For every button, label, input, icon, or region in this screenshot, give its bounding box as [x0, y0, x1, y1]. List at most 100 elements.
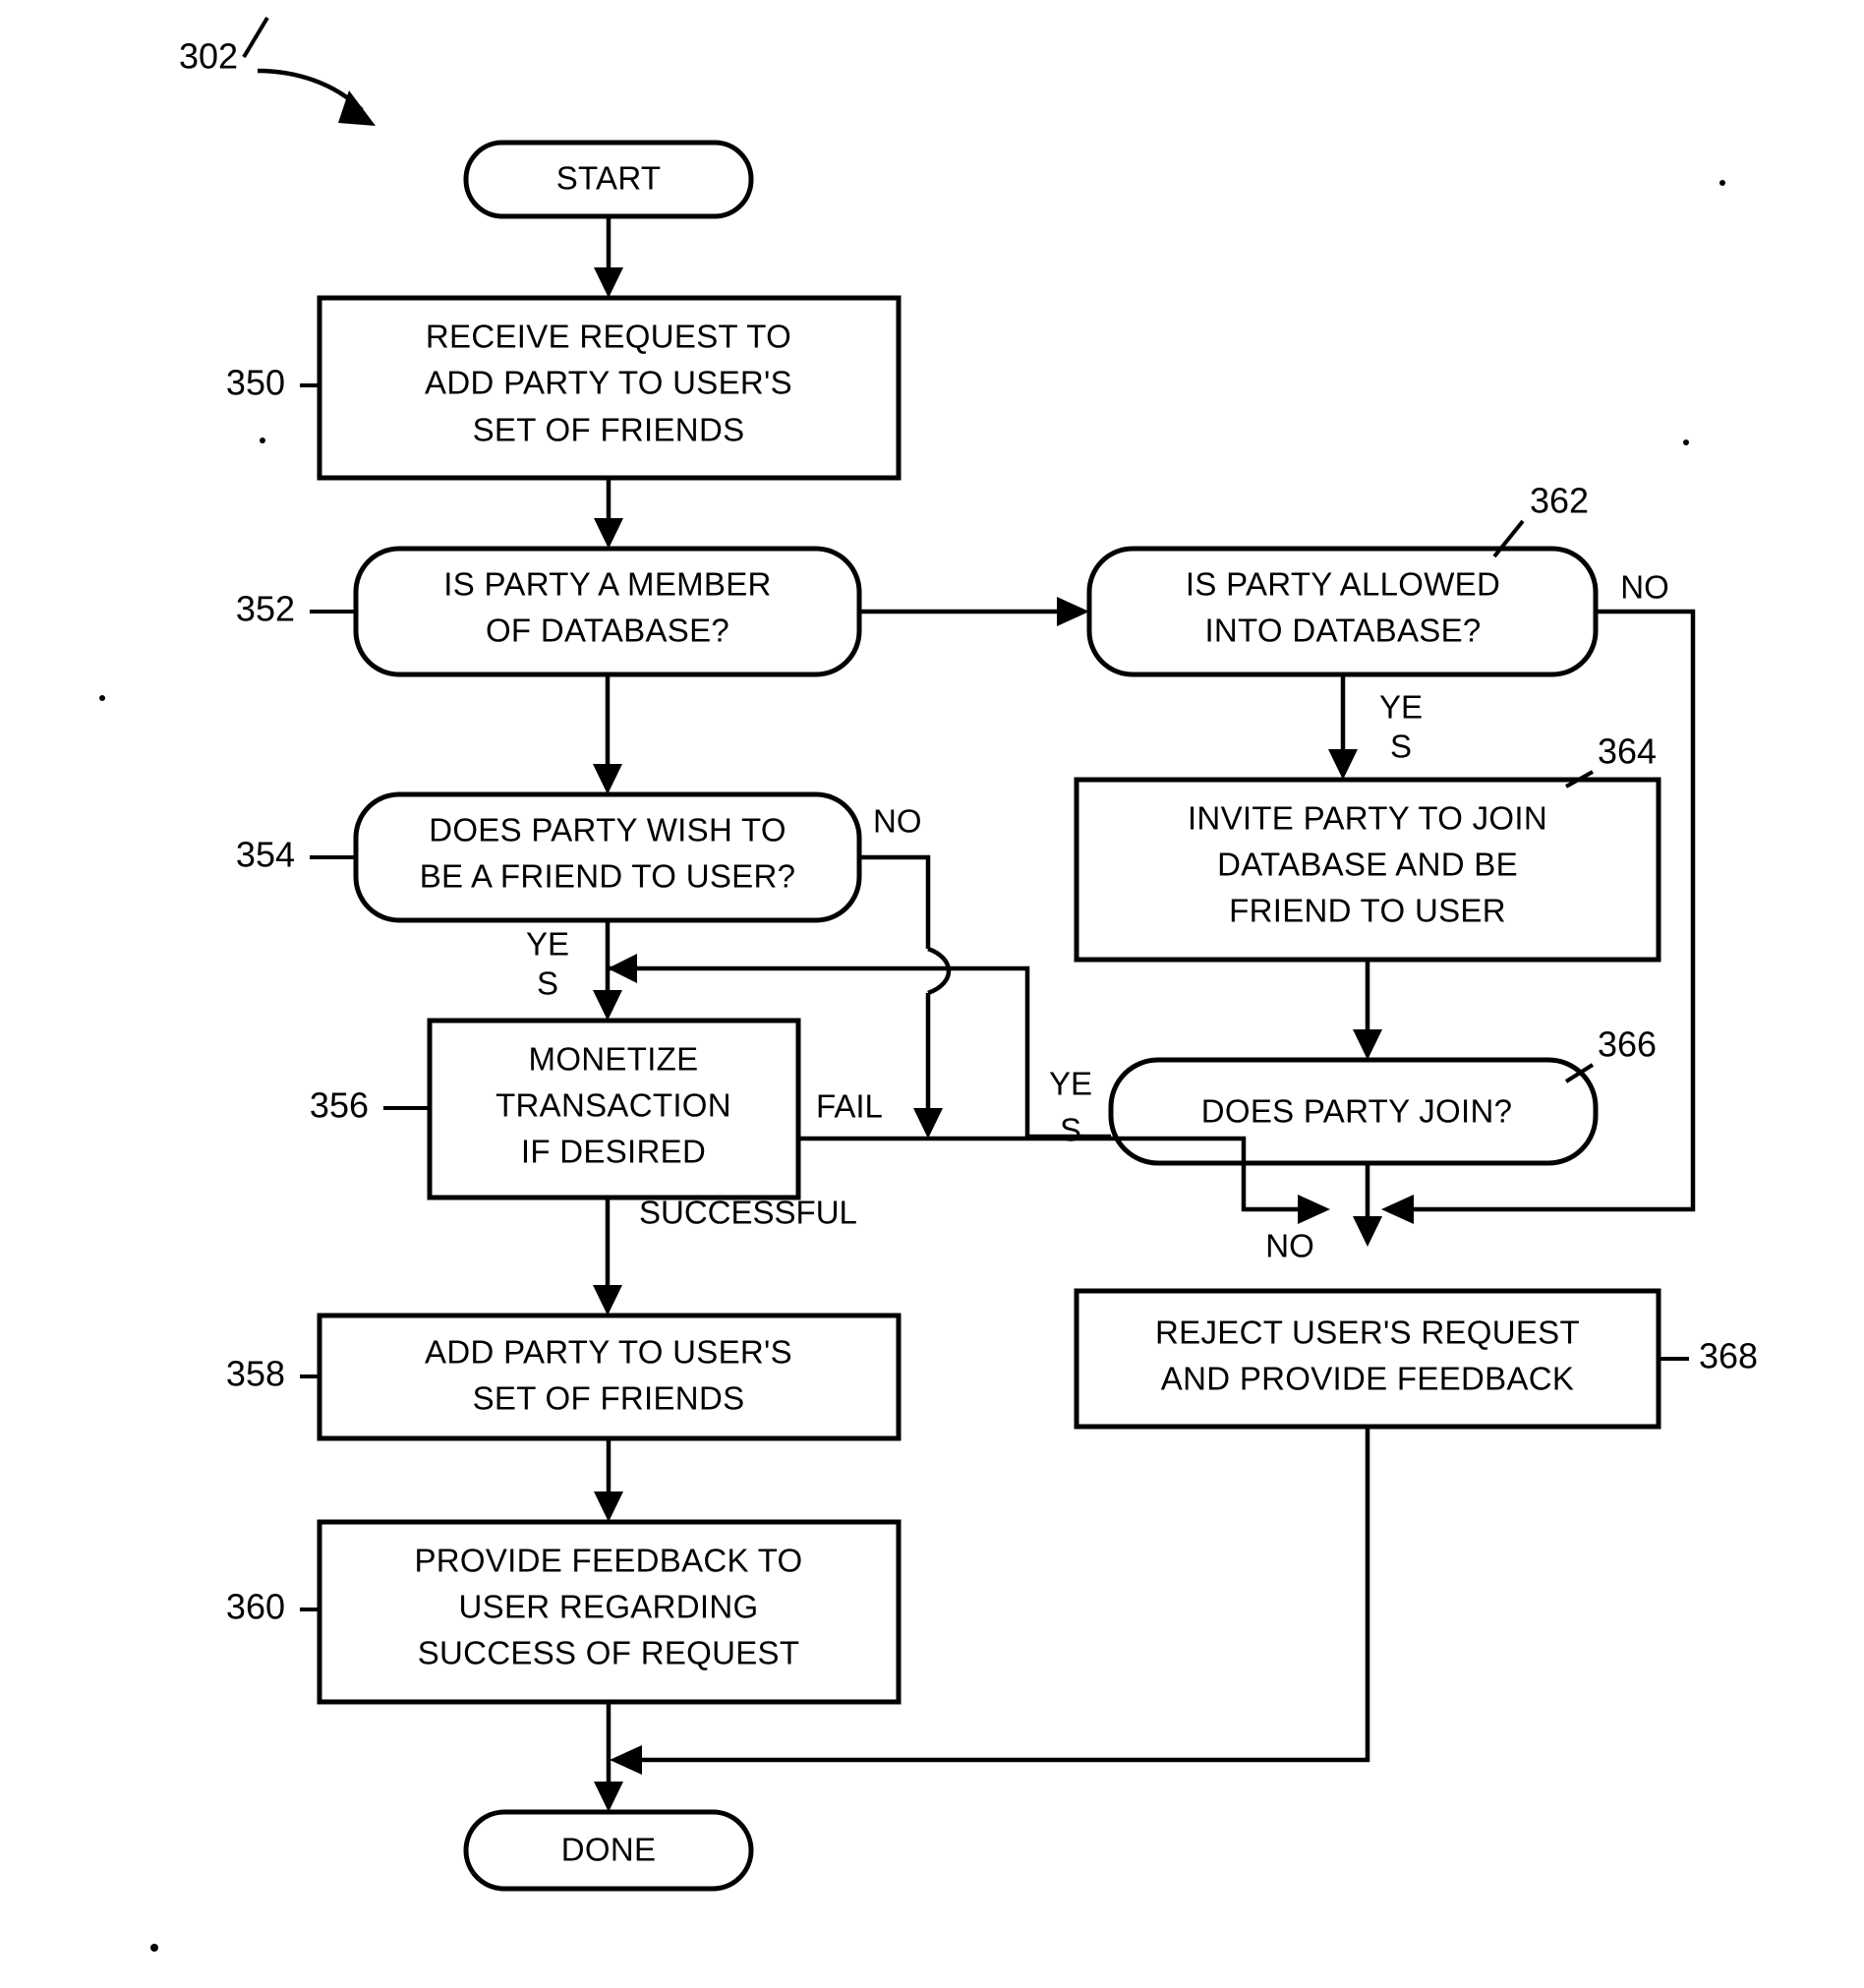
edge-arrowhead: [1057, 597, 1089, 626]
edge-label-366-yes-line1: YE: [1049, 1066, 1092, 1102]
edge-arrowhead: [594, 1491, 623, 1522]
node-start[interactable]: START: [463, 140, 754, 219]
ref-360: 360: [226, 1587, 320, 1627]
edge-arrowhead: [610, 1745, 642, 1775]
ref-358-label: 358: [226, 1354, 285, 1394]
node-350[interactable]: RECEIVE REQUEST TO ADD PARTY TO USER'S S…: [317, 295, 902, 481]
node-360-line-1: PROVIDE FEEDBACK TO: [414, 1543, 802, 1579]
node-done[interactable]: DONE: [463, 1809, 754, 1892]
node-352[interactable]: IS PARTY A MEMBER OF DATABASE?: [353, 546, 862, 677]
node-352-line-1: IS PARTY A MEMBER: [443, 566, 771, 603]
node-364-line-3: FRIEND TO USER: [1229, 893, 1506, 929]
edge-label-354-yes-line1: YE: [526, 926, 569, 963]
node-358-line-2: SET OF FRIENDS: [473, 1380, 745, 1417]
node-362-line-1: IS PARTY ALLOWED: [1186, 566, 1500, 603]
node-364-line-2: DATABASE AND BE: [1217, 847, 1518, 883]
speck: [150, 1944, 158, 1952]
done-label: DONE: [561, 1832, 657, 1868]
edge-364-to-366: [1353, 960, 1382, 1060]
ref-366: 366: [1564, 1024, 1657, 1083]
ref-366-label: 366: [1598, 1024, 1657, 1065]
speck: [260, 438, 265, 443]
node-362-line-2: INTO DATABASE?: [1204, 613, 1481, 649]
node-364-line-1: INVITE PARTY TO JOIN: [1188, 800, 1547, 837]
ref-358: 358: [226, 1354, 320, 1394]
edge-label-366-yes-line2: S: [1060, 1112, 1081, 1148]
edge-350-to-352: [594, 478, 623, 549]
edge-arrowhead: [1353, 1029, 1382, 1060]
ref-362-leader: [1492, 519, 1525, 558]
node-352-line-2: OF DATABASE?: [486, 613, 729, 649]
edge-arrowhead: [1381, 1195, 1414, 1224]
edge-arrowhead: [593, 1285, 622, 1316]
node-366[interactable]: DOES PARTY JOIN?: [1108, 1057, 1599, 1166]
flowchart-svg: 302 START RECEIVE REQUEST TO ADD PARTY T…: [0, 0, 1864, 1988]
ref-354-label: 354: [236, 835, 295, 875]
edge-arrowhead: [594, 518, 623, 549]
node-356[interactable]: MONETIZE TRANSACTION IF DESIRED: [427, 1018, 801, 1200]
ref-364-label: 364: [1598, 731, 1657, 772]
edge-label-356-fail: FAIL: [816, 1088, 883, 1125]
edge-label-362-no: NO: [1620, 569, 1669, 606]
ref-362-label: 362: [1530, 481, 1589, 521]
ref-368-label: 368: [1699, 1336, 1758, 1376]
speck: [1683, 439, 1689, 445]
ref-350-label: 350: [226, 363, 285, 403]
node-354-line-1: DOES PARTY WISH TO: [429, 812, 786, 848]
edge-start-to-350: [594, 216, 623, 298]
edge-arrowhead: [594, 267, 623, 298]
ref-362: 362: [1492, 481, 1589, 558]
flowchart-figure: 302 START RECEIVE REQUEST TO ADD PARTY T…: [0, 0, 1864, 1988]
node-362[interactable]: IS PARTY ALLOWED INTO DATABASE?: [1086, 546, 1599, 677]
edge-arrowhead: [593, 764, 622, 794]
node-364[interactable]: INVITE PARTY TO JOIN DATABASE AND BE FRI…: [1074, 777, 1661, 963]
node-356-line-2: TRANSACTION: [495, 1087, 731, 1124]
node-360-line-2: USER REGARDING: [459, 1589, 759, 1625]
node-368-line-2: AND PROVIDE FEEDBACK: [1161, 1361, 1574, 1397]
edge-arrowhead: [913, 1108, 943, 1139]
node-354-line-2: BE A FRIEND TO USER?: [420, 858, 796, 895]
edge-label-362-yes-line2: S: [1390, 729, 1412, 765]
edge-line: [798, 1136, 1311, 1212]
edge-arrowhead: [1353, 1216, 1382, 1247]
edge-arrowhead: [1328, 749, 1358, 780]
node-356-line-3: IF DESIRED: [521, 1134, 706, 1170]
ref-352: 352: [236, 589, 354, 629]
edge-label-366-no: NO: [1265, 1228, 1314, 1264]
ref-350: 350: [226, 363, 320, 403]
edge-arrowhead: [594, 1782, 623, 1812]
edge-356-successful: SUCCESSFUL: [593, 1195, 857, 1316]
node-358-line-1: ADD PARTY TO USER'S: [425, 1334, 792, 1371]
node-350-line-3: SET OF FRIENDS: [473, 412, 745, 448]
node-368[interactable]: REJECT USER'S REQUEST AND PROVIDE FEEDBA…: [1074, 1288, 1661, 1430]
node-368-line-1: REJECT USER'S REQUEST: [1155, 1315, 1580, 1351]
node-358[interactable]: ADD PARTY TO USER'S SET OF FRIENDS: [317, 1313, 902, 1441]
node-350-line-1: RECEIVE REQUEST TO: [426, 319, 791, 355]
edge-358-to-360: [594, 1438, 623, 1522]
edge-label-354-no: NO: [873, 803, 922, 840]
node-368-shape: [1074, 1288, 1661, 1430]
figure-ref-label: 302: [179, 36, 238, 77]
figure-reference-302: 302: [179, 16, 376, 126]
ref-360-label: 360: [226, 1587, 285, 1627]
speck: [99, 695, 105, 701]
start-label: START: [556, 160, 662, 197]
edge-label-354-yes-line2: S: [537, 965, 558, 1002]
node-360-line-3: SUCCESS OF REQUEST: [418, 1635, 800, 1671]
ref-354: 354: [236, 835, 354, 875]
node-356-line-1: MONETIZE: [529, 1041, 699, 1078]
ref-356: 356: [310, 1085, 428, 1126]
node-354[interactable]: DOES PARTY WISH TO BE A FRIEND TO USER?: [353, 791, 862, 923]
ref-368: 368: [1659, 1336, 1758, 1376]
scan-artifacts: [99, 180, 1725, 1952]
node-366-line-1: DOES PARTY JOIN?: [1201, 1093, 1513, 1130]
edge-arrowhead: [593, 990, 622, 1021]
ref-356-label: 356: [310, 1085, 369, 1126]
edge-352-to-354: [593, 674, 622, 794]
figure-ref-tick: [242, 16, 269, 59]
node-350-line-2: ADD PARTY TO USER'S: [425, 365, 792, 401]
speck: [1719, 180, 1725, 186]
edge-362-yes: YE S: [1328, 674, 1423, 780]
edge-label-362-yes-line1: YE: [1379, 689, 1423, 726]
node-360[interactable]: PROVIDE FEEDBACK TO USER REGARDING SUCCE…: [317, 1519, 902, 1705]
